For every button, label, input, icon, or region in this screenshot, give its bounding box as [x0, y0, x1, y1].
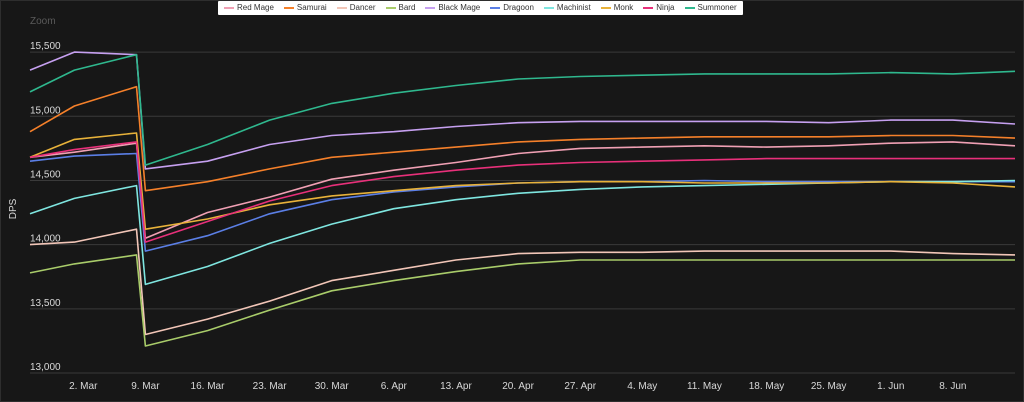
legend-label: Ninja: [656, 3, 675, 12]
x-tick-label: 11. May: [687, 381, 722, 392]
x-tick-label: 27. Apr: [564, 381, 596, 392]
series-line-bard[interactable]: [29, 254, 1015, 347]
y-axis-ticks: 13,000 13,500 14,000 14,500 15,000 15,500: [30, 41, 61, 373]
y-axis-label: DPS: [8, 198, 19, 219]
legend: Red Mage Samurai Dancer Bard Black Mage Drago…: [218, 1, 743, 15]
legend-swatch: [490, 7, 501, 9]
legend-swatch: [425, 7, 436, 9]
y-tick-label: 15,000: [30, 105, 61, 116]
x-tick-label: 16. Mar: [191, 381, 226, 392]
series-line-summoner[interactable]: [29, 53, 1016, 166]
legend-label: Red Mage: [237, 3, 274, 12]
legend-swatch: [224, 7, 234, 9]
x-tick-label: 23. Mar: [253, 381, 288, 392]
legend-item-machinist[interactable]: Machinist: [543, 1, 591, 15]
x-tick-label: 1. Jun: [877, 381, 904, 392]
legend-item-dragoon[interactable]: Dragoon: [490, 1, 534, 15]
series-line-dragoon[interactable]: [29, 152, 1015, 252]
zoom-label[interactable]: Zoom: [30, 16, 56, 27]
series-line-samurai[interactable]: [29, 85, 1016, 192]
x-axis-ticks: 2. Mar 9. Mar 16. Mar 23. Mar 30. Mar 6. Apr 1…: [69, 381, 966, 392]
legend-label: Samurai: [296, 3, 327, 12]
legend-item-summoner[interactable]: Summoner: [684, 1, 737, 15]
legend-swatch: [684, 7, 695, 9]
x-tick-label: 4. May: [627, 381, 657, 392]
y-tick-label: 15,500: [30, 41, 61, 52]
x-tick-label: 9. Mar: [131, 381, 160, 392]
y-tick-label: 13,000: [30, 362, 61, 373]
y-tick-label: 13,500: [30, 298, 61, 309]
legend-label: Black Mage: [438, 3, 481, 12]
series-line-black-mage[interactable]: [29, 51, 1016, 170]
y-tick-label: 14,000: [30, 234, 61, 245]
legend-swatch: [543, 7, 554, 9]
x-tick-label: 6. Apr: [381, 381, 408, 392]
legend-item-black-mage[interactable]: Black Mage: [425, 1, 480, 15]
series-line-ninja[interactable]: [29, 141, 1015, 243]
x-tick-label: 8. Jun: [939, 381, 966, 392]
y-tick-label: 14,500: [30, 169, 61, 180]
legend-swatch: [336, 7, 347, 9]
series-lines: [29, 51, 1016, 347]
x-tick-label: 30. Mar: [315, 381, 350, 392]
series-line-machinist[interactable]: [29, 179, 1016, 286]
legend-label: Dragoon: [503, 3, 534, 12]
legend-swatch: [643, 7, 654, 9]
legend-label: Summoner: [697, 3, 737, 12]
legend-item-monk[interactable]: Monk: [600, 1, 634, 15]
x-tick-label: 13. Apr: [440, 381, 472, 392]
gridlines: [30, 51, 1015, 374]
legend-swatch: [385, 7, 396, 9]
line-chart: 13,000 13,500 14,000 14,500 15,000 15,500 2. …: [8, 41, 1016, 392]
legend-label: Monk: [613, 3, 634, 12]
x-tick-label: 2. Mar: [69, 381, 98, 392]
x-tick-label: 20. Apr: [502, 381, 534, 392]
legend-item-samurai[interactable]: Samurai: [283, 1, 327, 15]
legend-label: Machinist: [556, 3, 591, 12]
legend-label: Bard: [398, 3, 416, 12]
legend-label: Dancer: [349, 3, 376, 12]
x-tick-label: 25. May: [811, 381, 847, 392]
legend-item-bard[interactable]: Bard: [385, 1, 416, 15]
legend-item-ninja[interactable]: Ninja: [643, 1, 675, 15]
legend-item-red-mage[interactable]: Red Mage: [224, 1, 274, 15]
x-tick-label: 18. May: [749, 381, 785, 392]
legend-item-dancer[interactable]: Dancer: [336, 1, 376, 15]
legend-swatch: [283, 7, 294, 9]
legend-swatch: [600, 7, 611, 9]
